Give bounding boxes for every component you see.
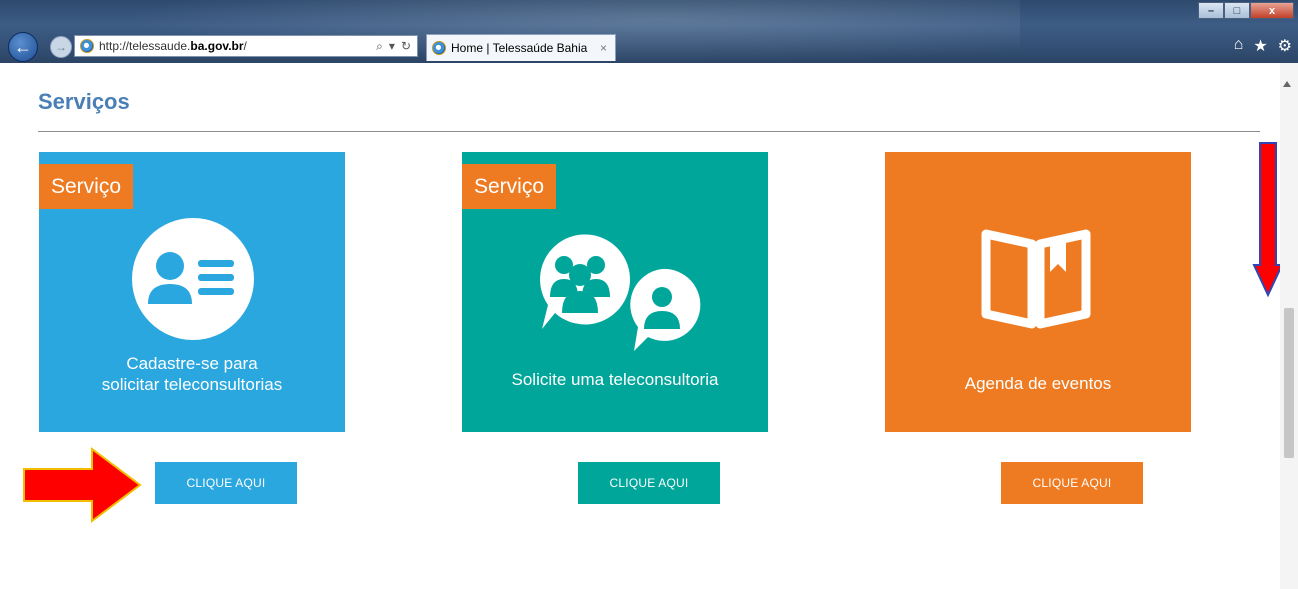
service-card-register[interactable]: Serviço Cadastre-se para solicitar telec… [39, 152, 345, 432]
browser-toolbar: ⌂ ★ ⚙ [1234, 36, 1292, 56]
service-badge: Serviço [39, 164, 134, 209]
favorites-icon[interactable]: ★ [1253, 36, 1267, 56]
open-book-icon [981, 229, 1091, 329]
tab-title: Home | Telessaúde Bahia [451, 41, 588, 55]
home-icon[interactable]: ⌂ [1234, 36, 1244, 56]
vertical-scrollbar[interactable] [1280, 63, 1298, 589]
back-button[interactable]: ← [8, 32, 38, 62]
page-title: Serviços [38, 89, 130, 114]
url-prefix: http://telessaude. [99, 39, 191, 53]
title-divider [38, 131, 1260, 132]
service-card-teleconsult[interactable]: Serviço Solicite uma teleconsultoria [462, 152, 768, 432]
minimize-button[interactable]: – [1198, 2, 1224, 19]
maximize-button[interactable]: □ [1224, 2, 1250, 19]
scroll-thumb[interactable] [1284, 308, 1294, 458]
user-card-icon [132, 218, 254, 340]
teleconsult-cta-button[interactable]: CLIQUE AQUI [578, 462, 720, 504]
scroll-up-icon[interactable] [1283, 81, 1291, 87]
window-controls: – □ x [1198, 2, 1294, 19]
tab-favicon-icon [432, 41, 446, 55]
events-cta-button[interactable]: CLIQUE AQUI [1001, 462, 1143, 504]
service-card-events[interactable]: Agenda de eventos [885, 152, 1191, 432]
close-button[interactable]: x [1250, 2, 1294, 19]
url-domain: ba.gov.br [190, 39, 244, 53]
forward-button[interactable]: → [50, 36, 72, 58]
caption-line-1: Agenda de eventos [964, 374, 1112, 393]
people-chat-icon [540, 234, 701, 351]
forward-arrow-icon: → [55, 40, 67, 54]
url-text[interactable]: http://telessaude.ba.gov.br/ [99, 39, 376, 53]
register-cta-button[interactable]: CLIQUE AQUI [155, 462, 297, 504]
card-caption: Cadastre-se para solicitar teleconsultor… [39, 353, 345, 395]
url-suffix: / [243, 39, 247, 53]
ie-site-icon [80, 39, 94, 53]
browser-chrome: ← → http://telessaude.ba.gov.br/ ⌕ ▾ ↻ H… [0, 0, 1298, 63]
service-badge: Serviço [462, 164, 557, 209]
back-arrow-icon: ← [14, 36, 32, 57]
address-bar[interactable]: http://telessaude.ba.gov.br/ ⌕ ▾ ↻ [74, 35, 418, 57]
right-arrow-annotation-icon [23, 447, 142, 523]
refresh-icon[interactable]: ↻ [401, 39, 411, 54]
tab-home[interactable]: Home | Telessaúde Bahia × [426, 34, 616, 61]
card-caption: Agenda de eventos [885, 373, 1191, 394]
caption-line-2: solicitar teleconsultorias [101, 375, 283, 394]
tools-icon[interactable]: ⚙ [1278, 36, 1292, 56]
dropdown-icon[interactable]: ▾ [389, 39, 395, 54]
caption-line-1: Solicite uma teleconsultoria [511, 370, 719, 389]
tab-close-icon[interactable]: × [600, 41, 607, 55]
card-caption: Solicite uma teleconsultoria [462, 369, 768, 390]
search-icon[interactable]: ⌕ [376, 39, 383, 54]
caption-line-1: Cadastre-se para [126, 354, 258, 373]
